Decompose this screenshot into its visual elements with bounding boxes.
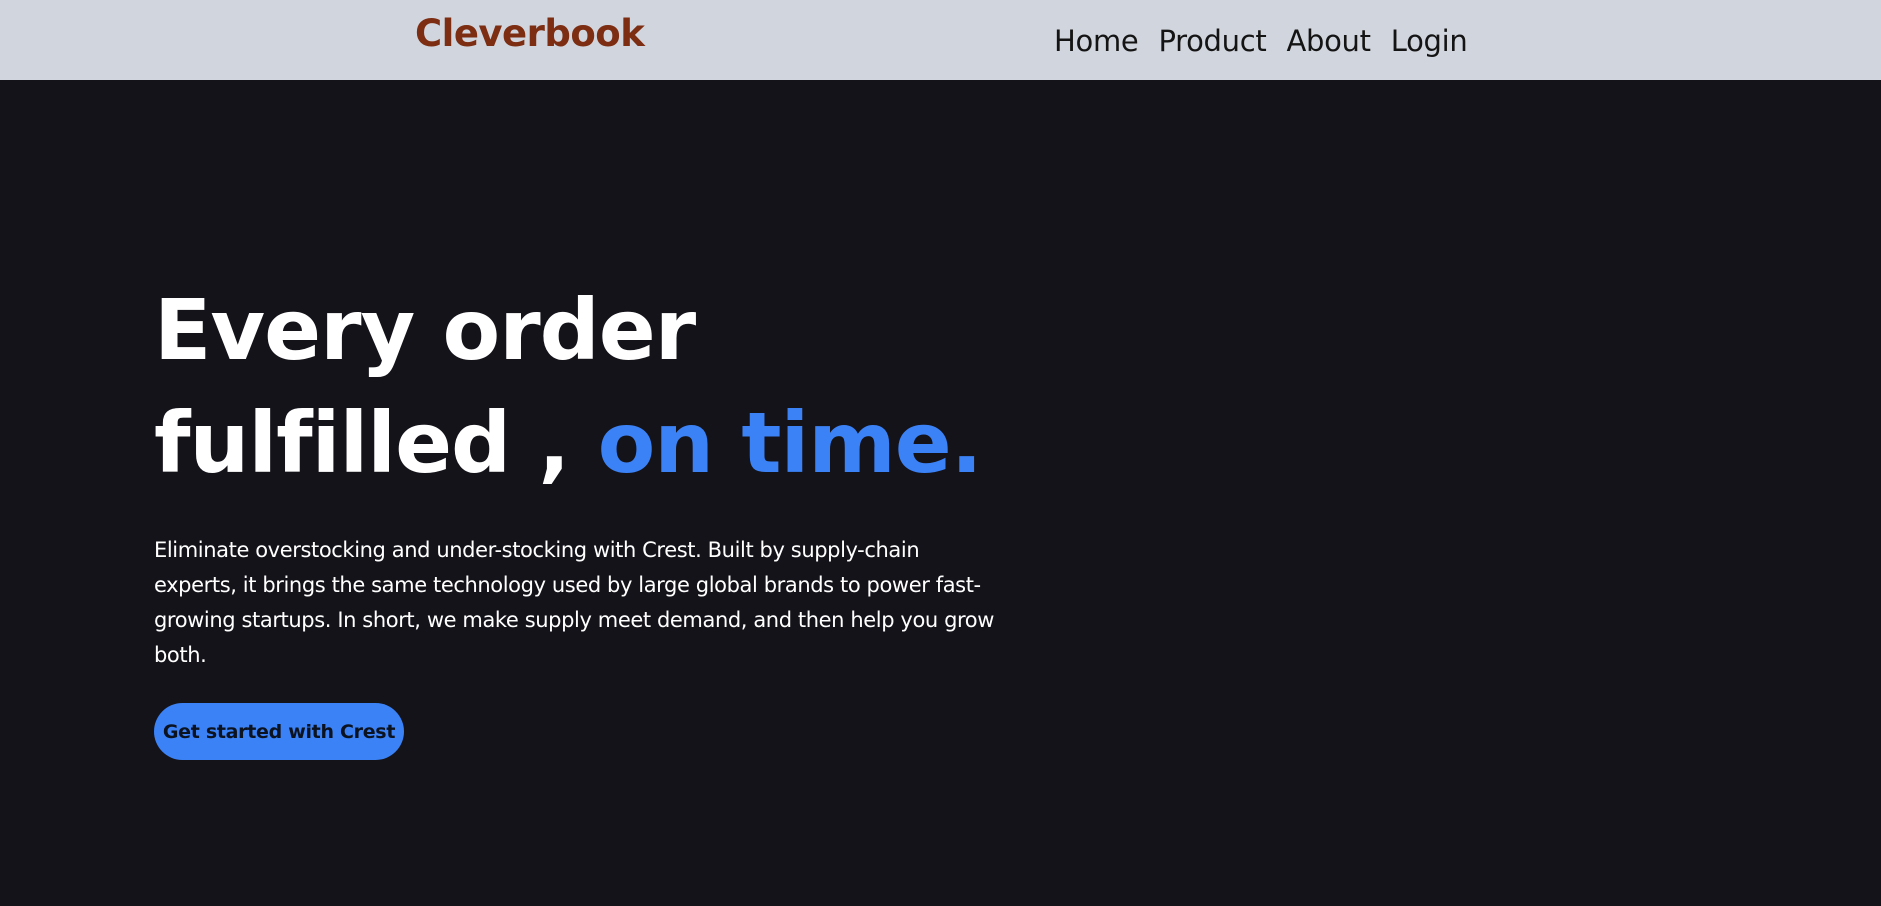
nav-link-login[interactable]: Login: [1391, 24, 1468, 58]
headline-line1: Every order: [154, 281, 696, 379]
navbar: Cleverbook Home Product About Login: [0, 0, 1881, 80]
hero-headline: Every order fulfilled , on time.: [154, 274, 1054, 500]
hero-description: Eliminate overstocking and under-stockin…: [154, 538, 995, 667]
get-started-button[interactable]: Get started with Crest: [154, 703, 404, 760]
hero-section: Every order fulfilled , on time. Eliminat…: [0, 80, 1881, 906]
headline-accent: on time.: [597, 394, 983, 492]
brand-logo[interactable]: Cleverbook: [415, 12, 645, 55]
headline-line2: fulfilled ,: [154, 394, 598, 492]
nav-link-about[interactable]: About: [1286, 24, 1371, 58]
nav-link-product[interactable]: Product: [1158, 24, 1266, 58]
nav-link-home[interactable]: Home: [1054, 24, 1139, 58]
nav-links: Home Product About Login: [1054, 24, 1468, 58]
